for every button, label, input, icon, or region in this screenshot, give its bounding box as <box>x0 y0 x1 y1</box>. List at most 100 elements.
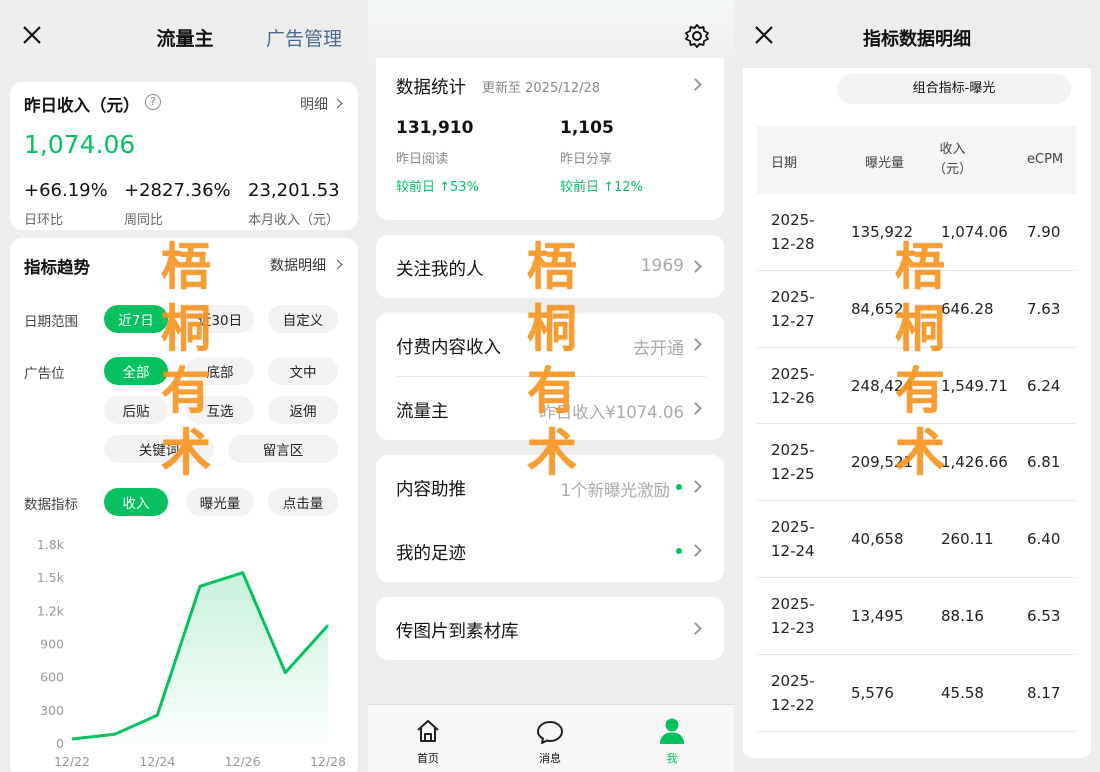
tab-home[interactable]: 首页 <box>398 705 458 772</box>
upload-label: 传图片到素材库 <box>396 622 519 642</box>
value-cell: 1,549.71 <box>941 376 1008 395</box>
tools-group: 内容助推 1个新曝光激励 我的足迹 <box>376 455 724 582</box>
adpos-option-keyword[interactable]: 关键词 <box>104 435 214 463</box>
tab-messages[interactable]: 消息 <box>520 705 580 772</box>
x-tick-label: 12/28 <box>310 754 346 769</box>
date-option-7d[interactable]: 近7日 <box>104 305 168 333</box>
adpos-option-inline[interactable]: 文中 <box>268 357 338 385</box>
income-trend-chart: 1.8k 1.5k 1.2k 900 600 300 0 12/22 12/24 12/26 12… <box>37 537 346 769</box>
date-option-30d[interactable]: 近30日 <box>186 305 254 333</box>
y-tick-label: 1.2k <box>37 603 65 618</box>
value-cell: 1,074.06 <box>941 223 1008 241</box>
value-cell: 13,495 <box>851 607 904 625</box>
close-icon[interactable] <box>22 24 42 46</box>
content-promo-row[interactable]: 内容助推 1个新曝光激励 <box>376 455 724 518</box>
stat-compare: 较前日 ↑12% <box>560 180 643 195</box>
income-value: 1,074.06 <box>24 130 136 159</box>
value-cell: 1,426.66 <box>941 453 1008 472</box>
income-detail-link[interactable]: 明细 <box>300 94 343 114</box>
tab-label: 首页 <box>417 752 439 765</box>
yesterday-income-card: 昨日收入（元） ? 明细 1,074.06 +66.19% +2827.36% … <box>10 82 358 230</box>
stat-value: 131,910 <box>396 118 474 138</box>
adpos-option-after[interactable]: 后贴 <box>104 396 168 424</box>
footprint-label: 我的足迹 <box>396 544 466 564</box>
chevron-right-icon <box>689 622 702 635</box>
message-icon <box>537 721 563 744</box>
chevron-right-icon <box>689 78 702 91</box>
traffic-owner-label: 流量主 <box>396 402 449 422</box>
x-tick-label: 12/22 <box>54 754 90 769</box>
table-row: 2025- 12-26 248,424 1,549.71 6.24 <box>757 348 1077 425</box>
date-cell: 2025- 12-27 <box>771 287 815 330</box>
adpos-option-mutual[interactable]: 互选 <box>186 396 254 424</box>
chevron-right-icon <box>689 544 702 557</box>
column-header: eCPM <box>1027 152 1064 167</box>
chevron-right-icon <box>689 260 702 273</box>
metric-filter-dropdown[interactable]: 组合指标-曝光 <box>837 74 1071 104</box>
chevron-right-icon <box>689 402 702 415</box>
value-cell: 40,658 <box>851 530 904 549</box>
date-cell: 2025- 12-23 <box>771 595 815 637</box>
paid-content-label: 付费内容收入 <box>396 338 501 358</box>
value-cell: 84,652 <box>851 299 904 318</box>
table-body: 2025- 12-28 135,922 1,074.06 7.90 2025- 12-2… <box>757 194 1077 754</box>
y-tick-label: 900 <box>40 637 64 652</box>
traffic-owner-income: 昨日收入¥1074.06 <box>539 403 684 422</box>
income-stat-label: 周同比 <box>124 213 164 228</box>
my-profile-panel: 数据统计 更新至 2025/12/28 131,910 昨日阅读 较前日 ↑53… <box>368 0 734 772</box>
date-cell: 2025- 12-25 <box>771 441 815 484</box>
stats-title: 数据统计 <box>396 78 466 98</box>
value-cell: 6.24 <box>1027 376 1061 395</box>
monetize-group: 付费内容收入 去开通 流量主 昨日收入¥1074.06 <box>376 313 724 440</box>
date-option-custom[interactable]: 自定义 <box>268 305 338 333</box>
ad-management-link[interactable]: 广告管理 <box>266 24 342 51</box>
income-detail-label: 明细 <box>300 97 328 113</box>
adpos-option-rebate[interactable]: 返佣 <box>268 396 338 424</box>
metric-option-clicks[interactable]: 点击量 <box>268 488 338 516</box>
adpos-option-bottom[interactable]: 底部 <box>186 357 254 385</box>
paid-content-row[interactable]: 付费内容收入 去开通 <box>376 313 724 376</box>
user-icon <box>660 718 684 744</box>
adpos-option-comments[interactable]: 留言区 <box>228 435 338 463</box>
metric-option-income[interactable]: 收入 <box>104 488 168 516</box>
gear-icon[interactable] <box>684 23 710 49</box>
value-cell: 209,521 <box>851 453 914 472</box>
metric-option-exposure[interactable]: 曝光量 <box>186 488 254 516</box>
stat-value: 1,105 <box>560 118 614 138</box>
adpos-option-all[interactable]: 全部 <box>104 357 168 385</box>
table-row: 2025- 12-27 84,652 646.28 7.63 <box>757 271 1077 348</box>
followers-label: 关注我的人 <box>396 260 484 280</box>
value-cell: 260.11 <box>941 530 994 549</box>
content-promo-label: 内容助推 <box>396 480 466 500</box>
table-row: 2025- 12-28 135,922 1,074.06 7.90 <box>757 194 1077 271</box>
y-tick-label: 300 <box>40 703 64 718</box>
data-stats-card[interactable]: 数据统计 更新至 2025/12/28 131,910 昨日阅读 较前日 ↑53… <box>376 58 724 220</box>
income-stat-value: +2827.36% <box>124 180 231 201</box>
chevron-right-icon <box>332 259 343 270</box>
value-cell: 45.58 <box>941 683 984 702</box>
help-icon[interactable]: ? <box>145 94 161 110</box>
notification-dot <box>676 484 682 490</box>
data-detail-link[interactable]: 数据明细 <box>270 255 343 275</box>
income-stat-label: 日环比 <box>24 213 64 228</box>
followers-row[interactable]: 关注我的人 1969 <box>376 235 724 298</box>
y-tick-label: 1.8k <box>37 537 65 552</box>
paid-content-status: 去开通 <box>633 339 684 359</box>
date-cell: 2025- 12-24 <box>771 518 815 561</box>
tab-label: 我 <box>666 752 678 765</box>
date-cell: 2025- 12-28 <box>771 211 815 253</box>
chevron-right-icon <box>689 338 702 351</box>
chevron-right-icon <box>689 480 702 493</box>
upload-row[interactable]: 传图片到素材库 <box>376 597 724 660</box>
value-cell: 88.16 <box>941 607 984 625</box>
table-header: 日期 曝光量 收入 （元） eCPM <box>757 126 1077 194</box>
tab-me[interactable]: 我 <box>642 705 702 772</box>
value-cell: 5,576 <box>851 683 894 702</box>
value-cell: 248,424 <box>851 376 914 395</box>
close-icon[interactable] <box>754 24 774 46</box>
stats-updated: 更新至 2025/12/28 <box>482 81 601 96</box>
value-cell: 6.40 <box>1027 530 1061 549</box>
footprint-row[interactable]: 我的足迹 <box>376 519 724 582</box>
tab-label: 消息 <box>539 752 561 765</box>
traffic-owner-row[interactable]: 流量主 昨日收入¥1074.06 <box>376 377 724 440</box>
